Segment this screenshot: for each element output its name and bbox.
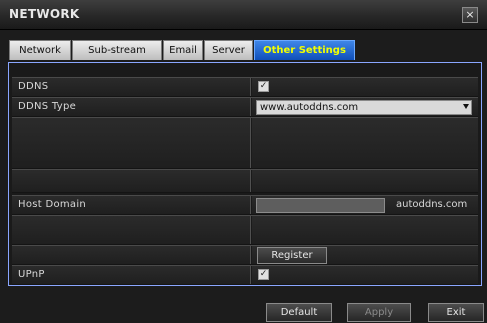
host-domain-label: Host Domain <box>18 199 87 210</box>
tab-email[interactable]: Email <box>163 40 203 60</box>
ddns-type-select[interactable]: www.autoddns.com <box>256 100 472 115</box>
ddns-label: DDNS <box>18 81 49 92</box>
row-host-domain: Host Domain autoddns.com <box>12 195 478 215</box>
row-empty-2 <box>12 169 478 193</box>
tab-other-settings[interactable]: Other Settings <box>254 40 355 60</box>
ddns-type-value: www.autoddns.com <box>260 102 359 113</box>
row-empty-1 <box>12 117 478 169</box>
close-button[interactable]: × <box>462 7 478 23</box>
row-empty-3 <box>12 215 478 245</box>
host-domain-suffix: autoddns.com <box>396 199 468 210</box>
upnp-label: UPnP <box>18 269 45 280</box>
row-ddns: DDNS ✓ <box>12 77 478 97</box>
tab-server[interactable]: Server <box>204 40 253 60</box>
close-icon: × <box>465 8 475 21</box>
check-icon: ✓ <box>259 269 268 279</box>
row-register: Register <box>12 245 478 265</box>
window-title: NETWORK <box>9 7 80 21</box>
ddns-type-label: DDNS Type <box>18 101 77 112</box>
tab-sub-stream[interactable]: Sub-stream <box>72 40 162 60</box>
settings-panel: DDNS ✓ DDNS Type www.autoddns.com Host D… <box>8 62 482 286</box>
ddns-checkbox[interactable]: ✓ <box>258 81 269 92</box>
tab-network[interactable]: Network <box>9 40 71 60</box>
row-upnp: UPnP ✓ <box>12 265 478 285</box>
title-bar: NETWORK × <box>0 0 487 30</box>
check-icon: ✓ <box>259 81 268 91</box>
default-button[interactable]: Default <box>266 303 332 322</box>
upnp-checkbox[interactable]: ✓ <box>258 269 269 280</box>
row-ddns-type: DDNS Type www.autoddns.com <box>12 97 478 117</box>
register-button[interactable]: Register <box>257 247 327 264</box>
exit-button[interactable]: Exit <box>428 303 484 322</box>
chevron-down-icon <box>463 104 469 109</box>
host-domain-input[interactable] <box>256 198 385 213</box>
apply-button[interactable]: Apply <box>347 303 411 322</box>
